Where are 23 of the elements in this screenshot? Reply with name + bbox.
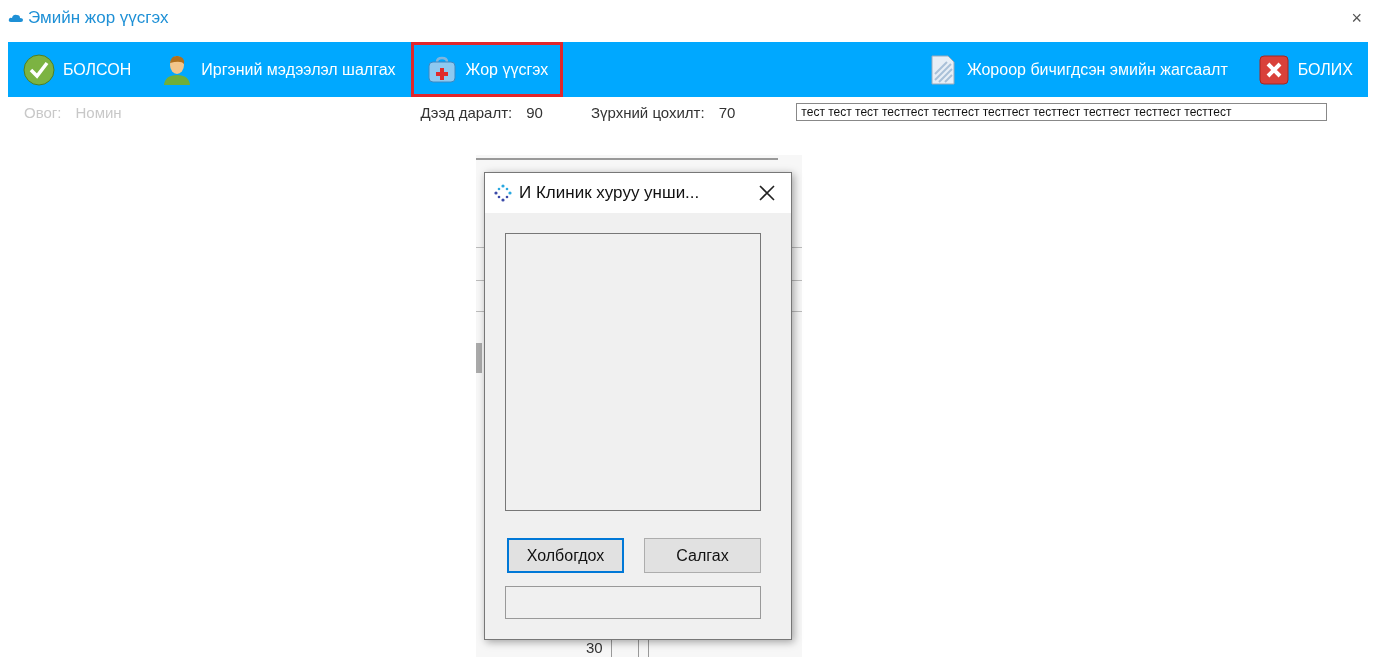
table-cell: 30: [586, 639, 603, 656]
scrollbar-thumb[interactable]: [476, 343, 482, 373]
note-field: тест тест тест тесттест тесттест тесттест тесттест тесттест тесттест тесттест: [796, 103, 1328, 121]
toolbar-button[interactable]: БОЛСОН: [8, 42, 147, 97]
close-button[interactable]: ×: [1345, 7, 1368, 29]
cloud-icon: [8, 13, 24, 23]
dialog-button[interactable]: Салгах: [644, 538, 761, 573]
checkmark-icon: [23, 53, 55, 86]
dots-logo-icon: [493, 183, 513, 203]
info-label: Зүрхний цохилт:: [590, 103, 705, 121]
close-icon: [1257, 53, 1290, 86]
list-box[interactable]: [505, 233, 761, 511]
toolbar-button[interactable]: Жор үүсгэх: [410, 42, 564, 97]
toolbar-button[interactable]: Жороор бичигдсэн эмийн жагсаалт: [911, 42, 1243, 97]
info-label: Дээд даралт:: [420, 103, 513, 121]
info-value: 90: [526, 103, 543, 121]
toolbar-button[interactable]: БОЛИХ: [1242, 42, 1368, 97]
close-icon[interactable]: [757, 183, 777, 203]
toolbar-button[interactable]: Иргэний мэдээлэл шалгах: [146, 42, 411, 97]
dialog-button[interactable]: Холбогдох: [507, 538, 624, 573]
window-title: Эмийн жор үүсгэх: [28, 8, 169, 28]
info-value: 70: [718, 103, 736, 121]
dialog-title: И Клиник хуруу унши...: [519, 183, 701, 203]
